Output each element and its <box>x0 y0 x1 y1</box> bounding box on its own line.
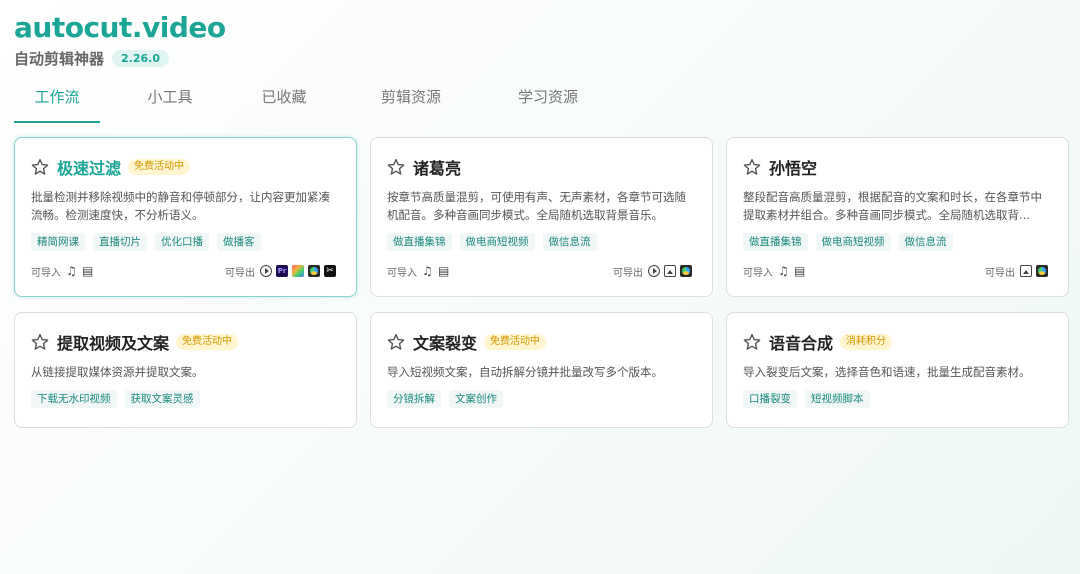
export-label: 可导出 <box>985 267 1015 279</box>
card-description: 批量检测并移除视频中的静音和停顿部分，让内容更加紧凑流畅。检测速度快，不分析语义… <box>31 190 330 222</box>
davinci-resolve-icon <box>308 265 320 277</box>
play-icon <box>260 265 272 277</box>
card-description: 按章节高质量混剪，可使用有声、无声素材，各章节可选随机配音。多种音画同步模式。全… <box>387 190 686 222</box>
workflow-card-zhuge-liang[interactable]: 诸葛亮 按章节高质量混剪，可使用有声、无声素材，各章节可选随机配音。多种音画同步… <box>370 137 713 297</box>
card-tag: 做电商短视频 <box>815 233 891 251</box>
promo-badge: 免费活动中 <box>484 334 547 350</box>
final-cut-pro-icon <box>292 265 304 277</box>
card-title: 诸葛亮 <box>413 159 462 178</box>
card-tag: 精简网课 <box>31 233 85 251</box>
card-tag: 下载无水印视频 <box>31 390 117 408</box>
card-tag: 做电商短视频 <box>459 233 535 251</box>
import-label: 可导入 <box>387 267 417 279</box>
import-formats: 可导入 ♫ ▤ <box>743 264 810 279</box>
card-description: 导入裂变后文案，选择音色和语速，批量生成配音素材。 <box>743 365 1031 379</box>
film-icon: ▤ <box>438 264 450 278</box>
davinci-resolve-icon <box>1036 265 1048 277</box>
card-description: 整段配音高质量混剪，根据配音的文案和时长，在各章节中提取素材并组合。多种音画同步… <box>743 190 1042 222</box>
tab-workflow[interactable]: 工作流 <box>14 80 100 123</box>
card-tag: 短视频脚本 <box>805 390 870 408</box>
card-tag: 优化口播 <box>155 233 209 251</box>
card-tag: 直播切片 <box>93 233 147 251</box>
credit-badge: 消耗积分 <box>840 334 893 350</box>
tab-learning-resources[interactable]: 学习资源 <box>498 80 598 123</box>
card-title: 极速过滤 <box>57 159 122 178</box>
export-formats: 可导出 <box>613 264 696 279</box>
import-label: 可导入 <box>743 267 773 279</box>
card-title: 提取视频及文案 <box>57 334 170 353</box>
music-icon: ♫ <box>422 264 433 278</box>
import-formats: 可导入 ♫ ▤ <box>31 264 98 279</box>
music-icon: ♫ <box>66 264 77 278</box>
star-icon[interactable] <box>387 333 405 351</box>
workflow-card-sun-wukong[interactable]: 孙悟空 整段配音高质量混剪，根据配音的文案和时长，在各章节中提取素材并组合。多种… <box>726 137 1069 297</box>
export-formats: 可导出 Pr ✂ <box>225 264 340 279</box>
card-tag: 做播客 <box>217 233 261 251</box>
card-tag: 分镜拆解 <box>387 390 441 408</box>
card-description: 导入短视频文案，自动拆解分镜并批量改写多个版本。 <box>387 365 663 379</box>
star-icon[interactable] <box>387 158 405 176</box>
premiere-pro-icon: Pr <box>276 265 288 277</box>
star-icon[interactable] <box>743 158 761 176</box>
davinci-resolve-icon <box>680 265 692 277</box>
film-icon: ▤ <box>794 264 806 278</box>
app-subtitle: 自动剪辑神器 <box>14 50 105 68</box>
tab-tools[interactable]: 小工具 <box>132 80 208 123</box>
card-description: 从链接提取媒体资源并提取文案。 <box>31 365 204 379</box>
import-label: 可导入 <box>31 267 61 279</box>
app-header: autocut.video 自动剪辑神器 2.26.0 <box>14 10 226 69</box>
import-formats: 可导入 ♫ ▤ <box>387 264 454 279</box>
image-icon <box>664 265 676 277</box>
tab-favorites[interactable]: 已收藏 <box>246 80 322 123</box>
capcut-icon: ✂ <box>324 265 336 277</box>
version-badge: 2.26.0 <box>112 50 169 67</box>
card-tag: 获取文案灵感 <box>124 390 200 408</box>
card-tag: 做直播集锦 <box>743 233 808 251</box>
star-icon[interactable] <box>743 333 761 351</box>
promo-badge: 免费活动中 <box>128 159 191 175</box>
promo-badge: 免费活动中 <box>176 334 239 350</box>
card-tag: 做信息流 <box>542 233 597 251</box>
music-icon: ♫ <box>778 264 789 278</box>
card-tag: 口播裂变 <box>743 390 797 408</box>
export-formats: 可导出 <box>985 264 1052 279</box>
brand-logo: autocut.video <box>14 11 226 44</box>
card-title: 孙悟空 <box>769 159 818 178</box>
card-tag: 做直播集锦 <box>387 233 452 251</box>
export-label: 可导出 <box>225 267 255 279</box>
tab-editing-resources[interactable]: 剪辑资源 <box>366 80 456 123</box>
card-title: 文案裂变 <box>413 334 478 353</box>
tab-bar: 工作流 小工具 已收藏 剪辑资源 学习资源 <box>14 80 1066 123</box>
workflow-card-speech-synthesis[interactable]: 语音合成 消耗积分 导入裂变后文案，选择音色和语速，批量生成配音素材。 口播裂变… <box>726 312 1069 428</box>
export-label: 可导出 <box>613 267 643 279</box>
workflow-card-extract-video[interactable]: 提取视频及文案 免费活动中 从链接提取媒体资源并提取文案。 下载无水印视频 获取… <box>14 312 357 428</box>
play-icon <box>648 265 660 277</box>
workflow-card-fast-filter[interactable]: 极速过滤 免费活动中 批量检测并移除视频中的静音和停顿部分，让内容更加紧凑流畅。… <box>14 137 357 297</box>
workflow-card-copy-fission[interactable]: 文案裂变 免费活动中 导入短视频文案，自动拆解分镜并批量改写多个版本。 分镜拆解… <box>370 312 713 428</box>
card-tag: 文案创作 <box>449 390 503 408</box>
card-tag: 做信息流 <box>898 233 953 251</box>
film-icon: ▤ <box>82 264 94 278</box>
image-icon <box>1020 265 1032 277</box>
star-icon[interactable] <box>31 333 49 351</box>
star-icon[interactable] <box>31 158 49 176</box>
card-title: 语音合成 <box>769 334 834 353</box>
